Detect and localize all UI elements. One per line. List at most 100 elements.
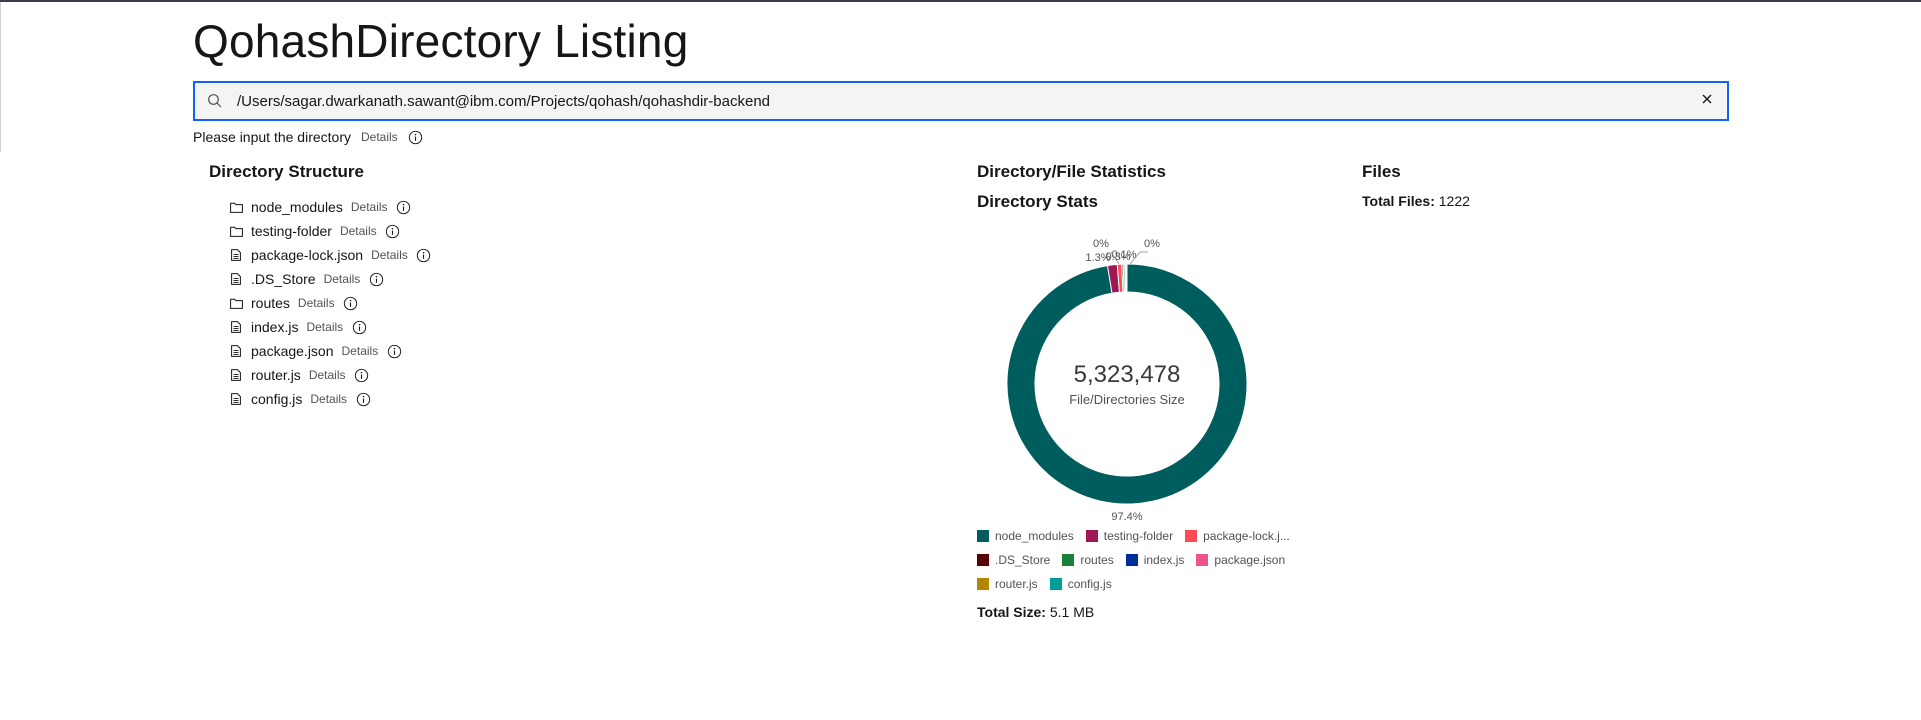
tree-item-details-link[interactable]: Details [309,368,346,382]
folder-icon [229,224,243,238]
legend-label: routes [1080,553,1114,567]
total-size-label: Total Size: [977,604,1046,620]
legend-swatch [977,578,989,590]
file-icon [229,392,243,406]
legend-label: package.json [1214,553,1286,567]
legend-label: router.js [995,577,1038,591]
legend-item[interactable]: router.js [977,576,1038,592]
legend-item[interactable]: .DS_Store [977,552,1050,568]
legend-item[interactable]: index.js [1125,552,1185,568]
legend-label: package-lock.j... [1203,529,1290,543]
tree-item-details-link[interactable]: Details [324,272,361,286]
directory-structure-heading: Directory Structure [209,162,364,181]
tree-item[interactable]: .DS_Store Details [229,267,432,291]
legend-item[interactable]: config.js [1049,576,1112,592]
info-icon[interactable] [396,199,412,215]
directory-search[interactable] [193,81,1729,121]
legend-label: config.js [1067,577,1112,591]
files-heading: Files [1362,162,1401,181]
tree-item-name[interactable]: router.js [251,367,301,383]
total-files-label: Total Files: [1362,193,1435,209]
file-icon [229,272,243,286]
tree-item-details-link[interactable]: Details [298,296,335,310]
total-files-value: 1222 [1438,193,1470,209]
donut-center-label: File/Directories Size [1069,392,1185,407]
legend-swatch [977,530,989,542]
helper-details-link[interactable]: Details [361,130,398,144]
info-icon[interactable] [385,223,401,239]
tree-item-name[interactable]: package.json [251,343,334,359]
info-icon[interactable] [355,391,371,407]
directory-input[interactable] [235,83,1687,119]
legend-swatch [1049,578,1062,590]
tree-item-name[interactable]: node_modules [251,199,343,215]
tree-item[interactable]: node_modules Details [229,195,432,219]
file-icon [229,344,243,358]
info-icon[interactable] [354,367,370,383]
info-icon[interactable] [386,343,402,359]
total-files: Total Files: 1222 [1362,193,1470,209]
clear-search-button[interactable] [1687,83,1727,119]
tree-item-details-link[interactable]: Details [306,320,343,334]
legend-swatch [1185,530,1198,542]
directory-helper: Please input the directory Details [193,129,424,145]
donut-svg: 5,323,478File/Directories Size97.4%1.3%0… [1006,238,1248,523]
tree-item-details-link[interactable]: Details [310,392,347,406]
tree-item[interactable]: package.json Details [229,339,432,363]
tree-item-name[interactable]: config.js [251,391,302,407]
tree-item-name[interactable]: package-lock.json [251,247,363,263]
legend-label: index.js [1143,553,1185,567]
tree-item-details-link[interactable]: Details [351,200,388,214]
directory-stats-heading: Directory Stats [977,192,1098,211]
info-icon[interactable] [368,271,384,287]
folder-icon [229,200,243,214]
legend-item[interactable]: routes [1062,552,1114,568]
close-icon [1701,92,1713,110]
info-icon[interactable] [351,319,367,335]
helper-text: Please input the directory [193,129,351,145]
legend-item[interactable]: package.json [1196,552,1285,568]
legend-swatch [1062,554,1075,566]
tree-item[interactable]: config.js Details [229,387,432,411]
window-top-border [0,0,1921,2]
tree-item-details-link[interactable]: Details [371,248,408,262]
tree-item-name[interactable]: routes [251,295,290,311]
folder-icon [229,296,243,310]
total-size-value: 5.1 MB [1049,604,1095,620]
legend-swatch [1125,554,1138,566]
page-title: QohashDirectory Listing [193,15,689,67]
legend-item[interactable]: node_modules [977,528,1074,544]
total-size: Total Size: 5.1 MB [977,604,1094,620]
search-icon [195,83,235,119]
legend-swatch [977,554,989,566]
tree-item[interactable]: package-lock.json Details [229,243,432,267]
tree-item[interactable]: router.js Details [229,363,432,387]
tree-item-name[interactable]: testing-folder [251,223,332,239]
chart-legend: node_modules testing-folder package-lock.j… [977,528,1297,592]
tree-item[interactable]: testing-folder Details [229,219,432,243]
legend-label: node_modules [995,529,1074,543]
directory-tree: node_modules Details testing-folder Deta… [229,195,432,411]
legend-item[interactable]: testing-folder [1085,528,1173,544]
donut-center-value: 5,323,478 [1074,361,1181,388]
tree-item-details-link[interactable]: Details [340,224,377,238]
tree-item[interactable]: routes Details [229,291,432,315]
window-left-border [0,2,1,152]
tree-item-name[interactable]: index.js [251,319,298,335]
tree-item-details-link[interactable]: Details [342,344,379,358]
tree-item[interactable]: index.js Details [229,315,432,339]
legend-swatch [1085,530,1098,542]
slice-label: 97.4% [1111,511,1142,523]
file-icon [229,320,243,334]
statistics-heading: Directory/File Statistics [977,162,1166,181]
legend-swatch [1196,554,1209,566]
slice-label: 0.1% [1111,249,1136,261]
tree-item-name[interactable]: .DS_Store [251,271,316,287]
info-icon[interactable] [408,129,424,145]
file-icon [229,368,243,382]
size-donut-chart: 5,323,478 File/Directories Size 97.4% 1.3% 0… [990,230,1264,530]
slice-label: 0% [1144,238,1160,250]
info-icon[interactable] [343,295,359,311]
info-icon[interactable] [416,247,432,263]
legend-item[interactable]: package-lock.j... [1185,528,1290,544]
